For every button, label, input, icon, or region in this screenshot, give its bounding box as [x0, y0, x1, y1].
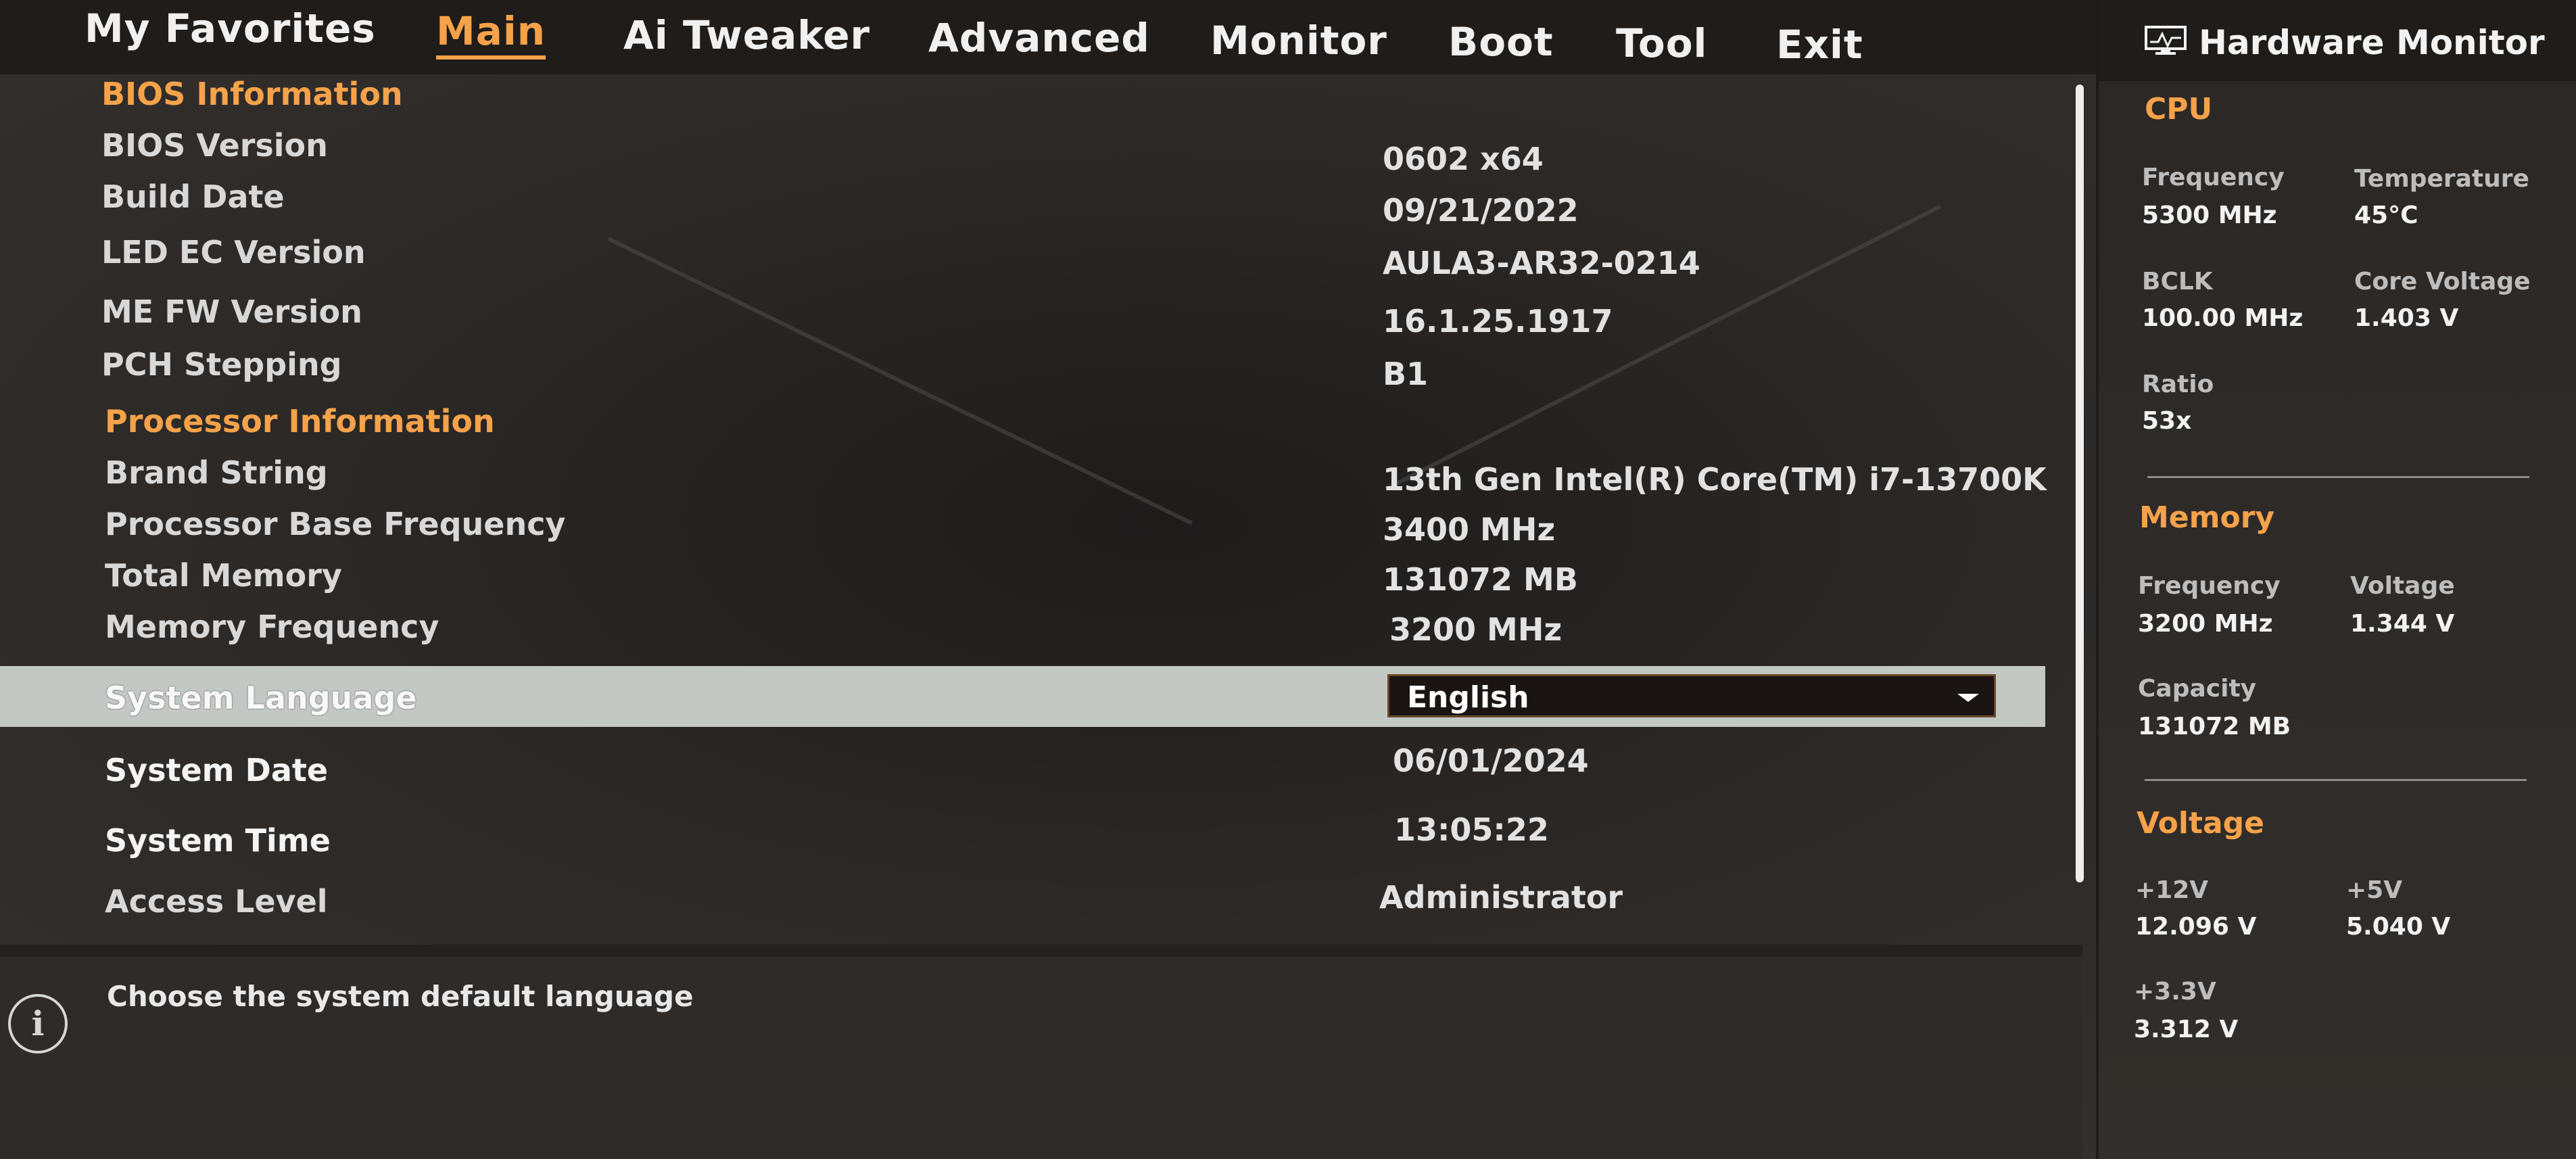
label-pch-stepping: PCH Stepping	[101, 346, 342, 383]
tab-ai-tweaker[interactable]: Ai Tweaker	[623, 12, 870, 58]
hw-section-memory: Memory	[2139, 500, 2275, 535]
cpu-frequency-label: Frequency	[2142, 164, 2285, 191]
value-memory-frequency: 3200 MHz	[1389, 611, 1563, 648]
cpu-temperature-label: Temperature	[2354, 165, 2529, 193]
label-memory-frequency: Memory Frequency	[105, 609, 439, 645]
hw-section-cpu: CPU	[2145, 92, 2213, 126]
system-time-field[interactable]: 13:05:22	[1394, 811, 1549, 848]
help-text: Choose the system default language	[107, 980, 694, 1013]
memory-frequency-value: 3200 MHz	[2138, 610, 2273, 638]
hw-section-voltage: Voltage	[2137, 806, 2265, 841]
hw-divider	[2147, 476, 2529, 478]
value-me-fw-version: 16.1.25.1917	[1383, 303, 1613, 339]
system-language-value: English	[1407, 680, 1529, 715]
label-system-time: System Time	[105, 822, 331, 859]
cpu-ratio-label: Ratio	[2142, 371, 2214, 398]
label-bios-version: BIOS Version	[101, 127, 328, 164]
section-bios-information: BIOS Information	[101, 76, 403, 112]
hw-divider	[2145, 779, 2527, 781]
voltage-12v-label: +12V	[2135, 876, 2209, 904]
memory-capacity-value: 131072 MB	[2138, 713, 2291, 740]
voltage-3v3-label: +3.3V	[2134, 978, 2216, 1006]
label-me-fw-version: ME FW Version	[101, 293, 362, 330]
value-processor-base-frequency: 3400 MHz	[1383, 511, 1556, 548]
memory-voltage-value: 1.344 V	[2350, 610, 2455, 638]
voltage-3v3-value: 3.312 V	[2134, 1016, 2239, 1043]
value-led-ec-version: AULA3-AR32-0214	[1383, 245, 1700, 281]
hardware-monitor-header: Hardware Monitor	[2099, 0, 2576, 81]
info-icon: i	[8, 994, 68, 1054]
tab-monitor[interactable]: Monitor	[1210, 18, 1387, 64]
label-access-level: Access Level	[105, 883, 328, 920]
memory-frequency-label: Frequency	[2138, 572, 2281, 600]
label-brand-string: Brand String	[105, 454, 328, 491]
tab-main[interactable]: Main	[436, 8, 546, 60]
voltage-5v-value: 5.040 V	[2346, 913, 2451, 941]
tab-boot[interactable]: Boot	[1448, 19, 1554, 65]
memory-capacity-label: Capacity	[2138, 675, 2257, 703]
cpu-bclk-label: BCLK	[2142, 268, 2213, 295]
value-brand-string: 13th Gen Intel(R) Core(TM) i7-13700K	[1383, 461, 2047, 498]
hardware-monitor-panel: Hardware Monitor CPU Frequency 5300 MHz …	[2096, 0, 2576, 1159]
label-total-memory: Total Memory	[105, 557, 342, 594]
section-processor-information: Processor Information	[105, 403, 495, 440]
bios-screen: My Favorites Main Ai Tweaker Advanced Mo…	[0, 0, 2576, 1159]
label-system-date: System Date	[105, 752, 329, 788]
value-bios-version: 0602 x64	[1383, 141, 1544, 177]
help-bar: i Choose the system default language	[0, 957, 2082, 1159]
cpu-bclk-value: 100.00 MHz	[2142, 304, 2304, 332]
cpu-temperature-value: 45°C	[2354, 202, 2418, 229]
main-scrollbar[interactable]	[2076, 85, 2084, 882]
value-access-level: Administrator	[1379, 879, 1623, 916]
tab-exit[interactable]: Exit	[1776, 22, 1863, 68]
tab-advanced[interactable]: Advanced	[928, 15, 1150, 61]
hardware-monitor-title: Hardware Monitor	[2199, 23, 2545, 62]
cpu-frequency-value: 5300 MHz	[2142, 202, 2277, 229]
monitor-icon	[2145, 26, 2187, 55]
main-panel: BIOS Information BIOS Version 0602 x64 B…	[0, 74, 2096, 947]
label-led-ec-version: LED EC Version	[101, 234, 366, 270]
voltage-5v-label: +5V	[2346, 876, 2403, 904]
top-nav: My Favorites Main Ai Tweaker Advanced Mo…	[0, 0, 2096, 74]
label-build-date: Build Date	[101, 179, 285, 215]
tab-my-favorites[interactable]: My Favorites	[85, 5, 376, 51]
cpu-core-voltage-label: Core Voltage	[2354, 268, 2531, 295]
label-processor-base-frequency: Processor Base Frequency	[105, 506, 566, 542]
chevron-down-icon	[1957, 694, 1979, 702]
system-date-field[interactable]: 06/01/2024	[1393, 742, 1589, 779]
voltage-12v-value: 12.096 V	[2135, 913, 2257, 941]
label-system-language: System Language	[105, 680, 417, 716]
cpu-core-voltage-value: 1.403 V	[2354, 304, 2459, 332]
system-language-row[interactable]: System Language English	[0, 666, 2045, 727]
memory-voltage-label: Voltage	[2350, 572, 2455, 600]
tab-tool[interactable]: Tool	[1616, 20, 1707, 66]
system-language-select[interactable]: English	[1387, 674, 1996, 717]
value-build-date: 09/21/2022	[1383, 192, 1579, 229]
help-divider	[0, 945, 2082, 957]
cpu-ratio-value: 53x	[2142, 407, 2192, 435]
value-pch-stepping: B1	[1383, 356, 1429, 392]
value-total-memory: 131072 MB	[1383, 561, 1578, 598]
